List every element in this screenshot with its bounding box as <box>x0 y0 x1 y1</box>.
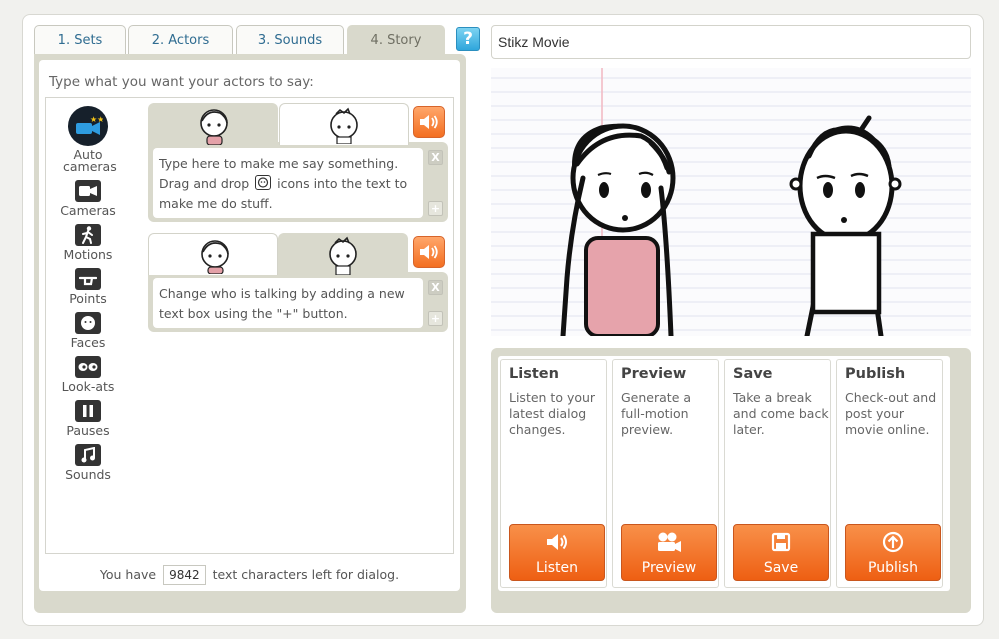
tool-cameras[interactable]: Cameras <box>57 180 119 217</box>
card-title: Save <box>733 366 773 382</box>
speaker-icon <box>420 115 438 129</box>
button-label: Save <box>763 560 799 576</box>
tab-story[interactable]: 4. Story <box>347 25 445 55</box>
remove-dialog-2-button[interactable]: X <box>428 280 443 295</box>
card-description: Generate a full-motion preview. <box>621 390 692 437</box>
tool-motions[interactable]: Motions <box>57 224 119 261</box>
tool-label: Points <box>69 291 107 306</box>
speaker-icon <box>420 245 438 259</box>
button-label: Publish <box>868 560 918 576</box>
face-icon <box>75 312 101 334</box>
pointing-hand-icon <box>75 268 101 290</box>
listen-button[interactable]: Listen <box>509 524 605 581</box>
card-title: Preview <box>621 366 687 382</box>
help-button[interactable]: ? <box>456 27 480 51</box>
girl-actor-icon <box>200 109 228 146</box>
tool-label: Cameras <box>60 203 116 218</box>
actor-tab-girl[interactable] <box>148 103 278 146</box>
button-label: Listen <box>536 560 578 576</box>
card-description: Listen to your latest dialog changes. <box>509 390 596 437</box>
tool-faces[interactable]: Faces <box>57 312 119 349</box>
tool-label: Auto cameras <box>63 147 117 174</box>
tool-sounds[interactable]: Sounds <box>57 444 119 481</box>
tool-label: Motions <box>63 247 113 262</box>
tool-auto-cameras[interactable]: ★★ Auto cameras <box>57 106 119 173</box>
movie-stage <box>491 68 971 336</box>
tool-points[interactable]: Points <box>57 268 119 305</box>
chars-suffix: text characters left for dialog. <box>212 567 400 582</box>
actor-tab-girl[interactable] <box>148 233 278 275</box>
camera-icon <box>75 180 101 202</box>
add-dialog-2-button[interactable]: + <box>428 311 443 326</box>
stage-scene <box>491 68 971 336</box>
dialog-text-1[interactable]: Type here to make me say something. Drag… <box>153 148 423 218</box>
walking-figure-icon <box>75 224 101 246</box>
publish-card: Publish Check-out and post your movie on… <box>836 359 943 588</box>
chars-count: 9842 <box>163 565 206 585</box>
card-title: Publish <box>845 366 906 382</box>
dialog-prompt: Type what you want your actors to say: <box>49 74 314 90</box>
publish-button[interactable]: Publish <box>845 524 941 581</box>
actor-tab-boy[interactable] <box>278 233 408 276</box>
characters-left-status: You have 9842 text characters left for d… <box>45 565 454 585</box>
boy-actor-icon <box>330 107 358 145</box>
girl-actor-icon <box>201 240 229 275</box>
dialog-text-2[interactable]: Change who is talking by adding a new te… <box>153 278 423 328</box>
remove-dialog-1-button[interactable]: X <box>428 150 443 165</box>
save-icon <box>734 531 828 557</box>
chars-prefix: You have <box>99 567 157 582</box>
speaker-icon <box>510 531 604 557</box>
movie-title-input[interactable]: Stikz Movie <box>491 25 971 59</box>
tab-actors[interactable]: 2. Actors <box>128 25 233 55</box>
boy-actor-icon <box>329 236 357 276</box>
eyes-icon <box>75 356 101 378</box>
pause-icon <box>75 400 101 422</box>
save-button[interactable]: Save <box>733 524 829 581</box>
publish-icon <box>846 531 940 557</box>
play-dialog-1-button[interactable] <box>413 106 445 138</box>
card-description: Take a break and come back later. <box>733 390 829 437</box>
card-title: Listen <box>509 366 559 382</box>
tab-sounds[interactable]: 3. Sounds <box>236 25 344 55</box>
preview-button[interactable]: Preview <box>621 524 717 581</box>
tool-label: Sounds <box>65 467 111 482</box>
preview-card: Preview Generate a full-motion preview. … <box>612 359 719 588</box>
add-dialog-1-button[interactable]: + <box>428 201 443 216</box>
tool-look-ats[interactable]: Look-ats <box>57 356 119 393</box>
face-icon <box>255 175 272 190</box>
movie-camera-icon <box>622 531 716 557</box>
tool-label: Look-ats <box>61 379 115 394</box>
button-label: Preview <box>641 560 697 576</box>
tool-label: Faces <box>70 335 106 350</box>
play-dialog-2-button[interactable] <box>413 236 445 268</box>
card-description: Check-out and post your movie online. <box>845 390 937 437</box>
svg-text:★★: ★★ <box>90 115 103 124</box>
listen-card: Listen Listen to your latest dialog chan… <box>500 359 607 588</box>
tool-label: Pauses <box>66 423 110 438</box>
music-note-icon <box>75 444 101 466</box>
save-card: Save Take a break and come back later. S… <box>724 359 831 588</box>
actor-tab-boy[interactable] <box>279 103 409 145</box>
tool-pauses[interactable]: Pauses <box>57 400 119 437</box>
tab-sets[interactable]: 1. Sets <box>34 25 126 55</box>
auto-camera-icon: ★★ <box>68 106 108 146</box>
